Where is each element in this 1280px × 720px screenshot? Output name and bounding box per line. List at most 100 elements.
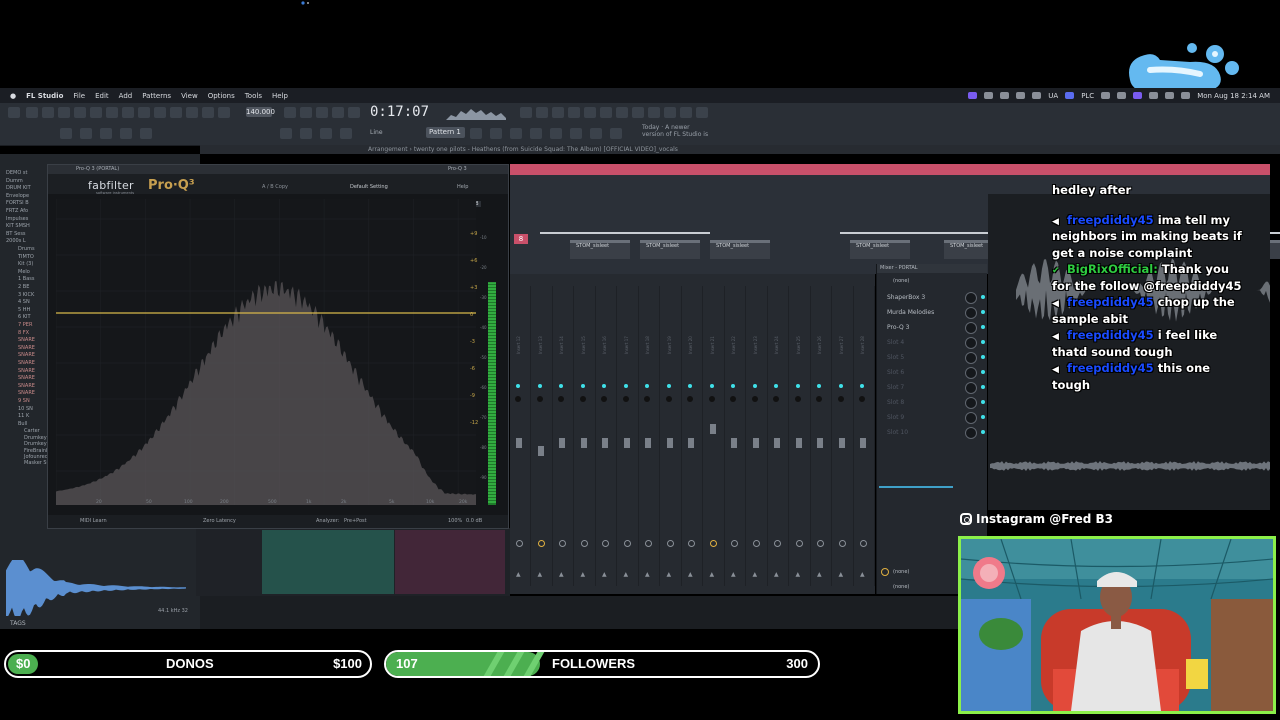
slot-mix-knob[interactable]: [965, 367, 977, 379]
screen-record-icon[interactable]: [968, 92, 978, 99]
slot-mix-knob[interactable]: [965, 307, 977, 319]
browser-item[interactable]: 8 FX: [18, 330, 29, 336]
toolbar-button[interactable]: [600, 107, 612, 118]
route-arrow-icon[interactable]: ▲: [624, 571, 629, 578]
browser-item[interactable]: 5 HH: [18, 307, 30, 313]
effect-slot[interactable]: Murda Melodies: [887, 309, 934, 316]
route-led[interactable]: [580, 540, 588, 547]
menu-view[interactable]: View: [181, 92, 198, 100]
mixer-strip-led[interactable]: [537, 384, 542, 388]
toolbar-button[interactable]: [58, 107, 70, 118]
midi-learn-button[interactable]: MIDI Learn: [80, 518, 107, 524]
browser-item[interactable]: SNARE: [18, 352, 35, 358]
route-arrow-icon[interactable]: ▲: [602, 571, 607, 578]
toolbar-button[interactable]: [60, 128, 72, 139]
apple-menu-icon[interactable]: ●: [10, 92, 16, 100]
slot-enable-led[interactable]: [981, 400, 985, 404]
route-led[interactable]: [817, 540, 824, 547]
toolbar-button[interactable]: [348, 107, 360, 118]
browser-item[interactable]: KIT SMSH: [6, 223, 30, 229]
effect-slot[interactable]: Slot 9: [887, 414, 904, 421]
browser-item[interactable]: SNARE: [18, 337, 35, 343]
browser-item[interactable]: 6 KIT: [18, 314, 31, 320]
toolbar-button[interactable]: [680, 107, 692, 118]
menu-patterns[interactable]: Patterns: [142, 92, 171, 100]
browser-item[interactable]: SNARE: [18, 383, 35, 389]
browser-item[interactable]: BT Sess: [6, 231, 26, 237]
browser-item[interactable]: FORTSI B: [6, 200, 29, 206]
tray-icon[interactable]: [1117, 92, 1127, 99]
mixer-strip-led[interactable]: [602, 384, 606, 388]
toolbar-button[interactable]: [664, 107, 676, 118]
toolbar-button[interactable]: [280, 128, 292, 139]
analyzer-selector[interactable]: Pre+Post: [344, 518, 367, 524]
route-led[interactable]: [731, 540, 738, 547]
toolbar-button[interactable]: [300, 128, 312, 139]
audio-clip[interactable]: STOM_sisleet: [710, 240, 770, 259]
toolbar-button[interactable]: [154, 107, 166, 118]
browser-item[interactable]: Melo: [18, 269, 30, 275]
pan-knob[interactable]: [773, 396, 779, 402]
route-led[interactable]: [559, 540, 566, 547]
toolbar-button[interactable]: [90, 107, 102, 118]
pan-knob[interactable]: [837, 396, 844, 402]
browser-item[interactable]: 10 SN: [18, 406, 33, 412]
output-select[interactable]: (none): [893, 569, 909, 575]
pan-knob[interactable]: [751, 396, 758, 402]
browser-item[interactable]: SNARE: [18, 368, 35, 374]
route-led[interactable]: [752, 540, 760, 547]
playlist-ruler[interactable]: [510, 164, 1270, 175]
browser-item[interactable]: 1 Bass: [18, 276, 34, 282]
browser-item[interactable]: SNARE: [18, 345, 35, 351]
audio-clip[interactable]: STOM_sisleet: [570, 240, 630, 259]
slot-enable-led[interactable]: [981, 295, 985, 299]
toolbar-button[interactable]: [632, 107, 644, 118]
route-arrow-icon[interactable]: ▲: [860, 571, 865, 578]
preset-selector[interactable]: Default Setting: [350, 184, 388, 190]
slot-enable-led[interactable]: [981, 415, 985, 419]
slot-mix-knob[interactable]: [965, 352, 977, 364]
volume-fader[interactable]: [559, 438, 565, 448]
route-arrow-icon[interactable]: ▲: [753, 571, 758, 578]
tray-ua-label[interactable]: UA: [1048, 92, 1058, 100]
slot-mix-knob[interactable]: [965, 397, 977, 409]
toolbar-button[interactable]: [536, 107, 548, 118]
route-arrow-icon[interactable]: ▲: [559, 571, 564, 578]
menu-add[interactable]: Add: [119, 92, 133, 100]
browser-item[interactable]: 2 BE: [18, 284, 29, 290]
toolbar-button[interactable]: [610, 128, 622, 139]
slot-enable-led[interactable]: [981, 355, 985, 359]
browser-item[interactable]: SNARE: [18, 360, 35, 366]
menu-file[interactable]: File: [73, 92, 85, 100]
route-arrow-icon[interactable]: ▲: [538, 571, 543, 578]
volume-fader[interactable]: [516, 438, 522, 448]
browser-item[interactable]: 9 SN: [18, 398, 30, 404]
effect-slot[interactable]: Slot 4: [887, 339, 904, 346]
toolbar-button[interactable]: [138, 107, 150, 118]
browser-item[interactable]: 4 SN: [18, 299, 30, 305]
pan-knob[interactable]: [794, 396, 801, 402]
tray-icon[interactable]: [1065, 92, 1075, 99]
mixer-strip-led[interactable]: [752, 384, 757, 388]
audio-clip[interactable]: STOM_sisleet: [640, 240, 700, 259]
tray-icon[interactable]: [1016, 92, 1026, 99]
effect-slot[interactable]: Slot 6: [887, 369, 904, 376]
toolbar-button[interactable]: [550, 128, 562, 139]
route-led[interactable]: [623, 540, 631, 547]
route-led[interactable]: [666, 540, 674, 547]
route-led[interactable]: [838, 540, 846, 547]
mixer-strip-led[interactable]: [645, 384, 649, 388]
browser-item[interactable]: SNARE: [18, 375, 35, 381]
toolbar-button[interactable]: [320, 128, 332, 139]
volume-fader[interactable]: [838, 438, 845, 448]
volume-fader[interactable]: [537, 446, 544, 456]
pan-knob[interactable]: [644, 396, 650, 402]
effect-slot[interactable]: Pro-Q 3: [887, 324, 909, 331]
pan-knob[interactable]: [816, 396, 822, 402]
route-led[interactable]: [774, 540, 781, 547]
browser-item[interactable]: DRUM KIT: [6, 185, 31, 191]
route-arrow-icon[interactable]: ▲: [516, 571, 521, 578]
toolbar-button[interactable]: [284, 107, 296, 118]
volume-fader[interactable]: [752, 438, 759, 448]
browser-item[interactable]: TIMTO: [18, 254, 34, 260]
